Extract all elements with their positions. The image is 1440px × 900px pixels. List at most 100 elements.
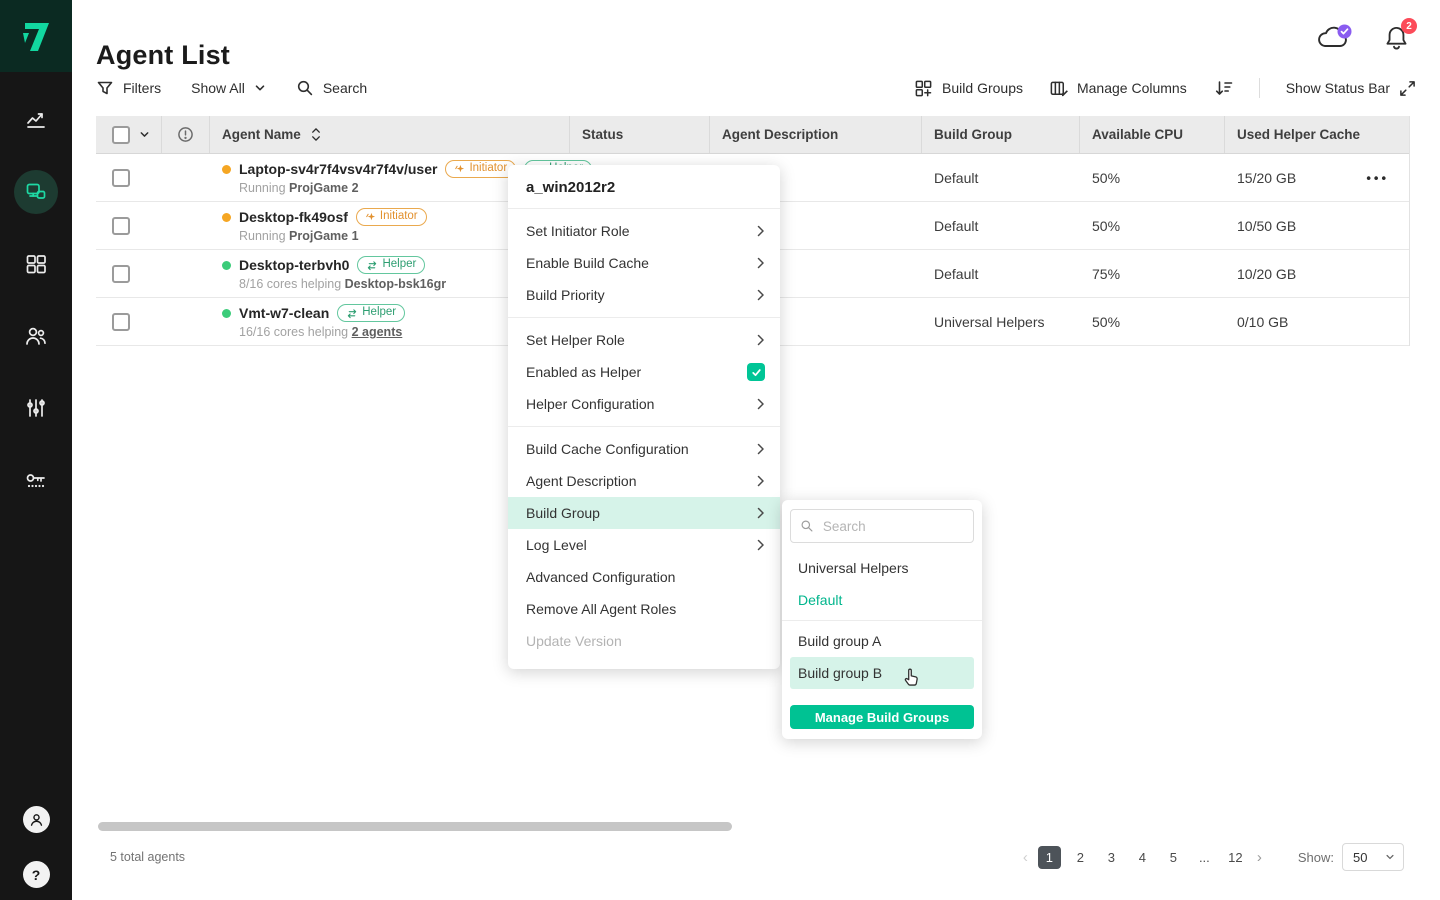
page-button-2[interactable]: 2 (1069, 846, 1092, 869)
menu-item-enable-build-cache[interactable]: Enable Build Cache (508, 247, 780, 279)
menu-item-build-group[interactable]: Build Group (508, 497, 780, 529)
used-helper-cache-cell: 0/10 GB (1225, 298, 1410, 345)
column-header-used-helper-cache[interactable]: Used Helper Cache (1225, 116, 1410, 153)
page-button-4[interactable]: 4 (1131, 846, 1154, 869)
sidebar-item-agents[interactable] (14, 170, 58, 214)
status-header-label: Status (582, 127, 623, 142)
sort-button[interactable] (1213, 78, 1233, 98)
column-header-build-group[interactable]: Build Group (922, 116, 1080, 153)
build-group-option-b[interactable]: Build group B (790, 657, 974, 689)
sidebar-item-license[interactable] (14, 458, 58, 502)
notification-count-badge: 2 (1401, 18, 1417, 34)
show-filter-label: Show All (191, 80, 245, 96)
menu-item-build-cache-configuration[interactable]: Build Cache Configuration (508, 433, 780, 465)
subtext-plain: 16/16 cores helping (239, 325, 352, 339)
menu-item-remove-all-agent-roles[interactable]: Remove All Agent Roles (508, 593, 780, 625)
menu-item-log-level[interactable]: Log Level (508, 529, 780, 561)
build-group-option-universal-helpers[interactable]: Universal Helpers (782, 552, 982, 584)
menu-item-enabled-as-helper[interactable]: Enabled as Helper (508, 356, 780, 388)
column-header-status[interactable]: Status (570, 116, 710, 153)
used-helper-cache-cell: 10/50 GB (1225, 202, 1410, 249)
manage-columns-label: Manage Columns (1077, 80, 1187, 96)
account-avatar[interactable] (23, 806, 50, 833)
filters-button[interactable]: Filters (96, 79, 161, 97)
menu-item-agent-description[interactable]: Agent Description (508, 465, 780, 497)
show-status-bar-button[interactable]: Show Status Bar (1286, 80, 1416, 97)
menu-item-set-initiator-role[interactable]: Set Initiator Role (508, 215, 780, 247)
build-groups-button[interactable]: Build Groups (914, 79, 1023, 98)
helper-badge: Helper (337, 304, 405, 322)
column-header-available-cpu[interactable]: Available CPU (1080, 116, 1225, 153)
row-checkbox[interactable] (112, 169, 130, 187)
menu-item-set-helper-role[interactable]: Set Helper Role (508, 324, 780, 356)
build-group-option-a[interactable]: Build group A (782, 625, 982, 657)
page-size-select[interactable]: 50 (1342, 843, 1404, 871)
previous-page-button[interactable]: ‹ (1021, 849, 1030, 866)
page-button-12[interactable]: 12 (1224, 846, 1247, 869)
build-group-option-default[interactable]: Default (782, 584, 982, 616)
sort-arrows-icon[interactable] (310, 127, 322, 142)
chevron-right-icon (757, 257, 765, 269)
agent-description-header-label: Agent Description (722, 127, 838, 142)
helped-agents-link[interactable]: 2 agents (352, 325, 403, 339)
notifications-button[interactable]: 2 (1383, 24, 1410, 53)
account-avatar-icon (28, 811, 45, 828)
sidebar-item-builds[interactable] (14, 242, 58, 286)
menu-item-label: Log Level (526, 537, 587, 553)
agent-name-header-label: Agent Name (222, 127, 301, 142)
context-menu-title: a_win2012r2 (508, 165, 780, 209)
page-button-3[interactable]: 3 (1100, 846, 1123, 869)
enabled-as-helper-checkbox[interactable] (747, 363, 765, 381)
horizontal-scrollbar[interactable] (98, 822, 732, 831)
manage-columns-button[interactable]: Manage Columns (1049, 79, 1187, 98)
search-label: Search (323, 80, 367, 96)
badge-label: Initiator (380, 211, 418, 223)
show-status-bar-label: Show Status Bar (1286, 80, 1390, 96)
next-page-button[interactable]: › (1255, 849, 1264, 866)
show-filter-dropdown[interactable]: Show All (191, 80, 266, 96)
subtext-plain: Running (239, 229, 289, 243)
page-button-5[interactable]: 5 (1162, 846, 1185, 869)
manage-columns-icon (1049, 79, 1068, 98)
page-ellipsis: ... (1193, 846, 1216, 869)
subtext-project: ProjGame 2 (289, 181, 358, 195)
manage-build-groups-button[interactable]: Manage Build Groups (790, 705, 974, 729)
badge-label: Initiator (469, 163, 507, 175)
badge-label: Helper (382, 259, 416, 271)
available-cpu-cell: 75% (1080, 250, 1225, 297)
sidebar-item-settings[interactable] (14, 386, 58, 430)
cloud-status-button[interactable] (1315, 24, 1353, 52)
sidebar-item-dashboard[interactable] (14, 98, 58, 142)
menu-item-build-priority[interactable]: Build Priority (508, 279, 780, 311)
select-options-chevron-icon[interactable] (139, 129, 150, 140)
sort-lines-icon (1213, 78, 1233, 98)
chevron-right-icon (757, 539, 765, 551)
sidebar-item-users[interactable] (14, 314, 58, 358)
build-group-search[interactable] (790, 509, 974, 543)
row-actions-menu-icon[interactable]: ••• (1366, 170, 1389, 185)
column-header-agent-description[interactable]: Agent Description (710, 116, 922, 153)
help-button[interactable]: ? (23, 861, 50, 888)
cloud-icon (1315, 24, 1353, 52)
select-all-checkbox[interactable] (112, 126, 130, 144)
chevron-right-icon (757, 334, 765, 346)
chevron-right-icon (757, 398, 765, 410)
row-checkbox[interactable] (112, 217, 130, 235)
row-checkbox[interactable] (112, 265, 130, 283)
menu-item-advanced-configuration[interactable]: Advanced Configuration (508, 561, 780, 593)
helper-icon (346, 308, 358, 319)
page-button-1[interactable]: 1 (1038, 846, 1061, 869)
build-group-search-input[interactable] (821, 518, 964, 535)
agent-name: Vmt-w7-clean (239, 305, 329, 321)
sidebar: ? (0, 0, 72, 900)
menu-item-helper-configuration[interactable]: Helper Configuration (508, 388, 780, 420)
expand-icon (1399, 80, 1416, 97)
menu-item-label: Set Helper Role (526, 332, 625, 348)
column-header-agent-name[interactable]: Agent Name (210, 116, 570, 153)
sidebar-nav (0, 98, 72, 502)
row-checkbox[interactable] (112, 313, 130, 331)
search-button[interactable]: Search (296, 79, 367, 97)
menu-item-label: Enabled as Helper (526, 364, 641, 380)
hand-cursor-icon (900, 666, 922, 690)
total-agents-label: 5 total agents (110, 850, 185, 864)
